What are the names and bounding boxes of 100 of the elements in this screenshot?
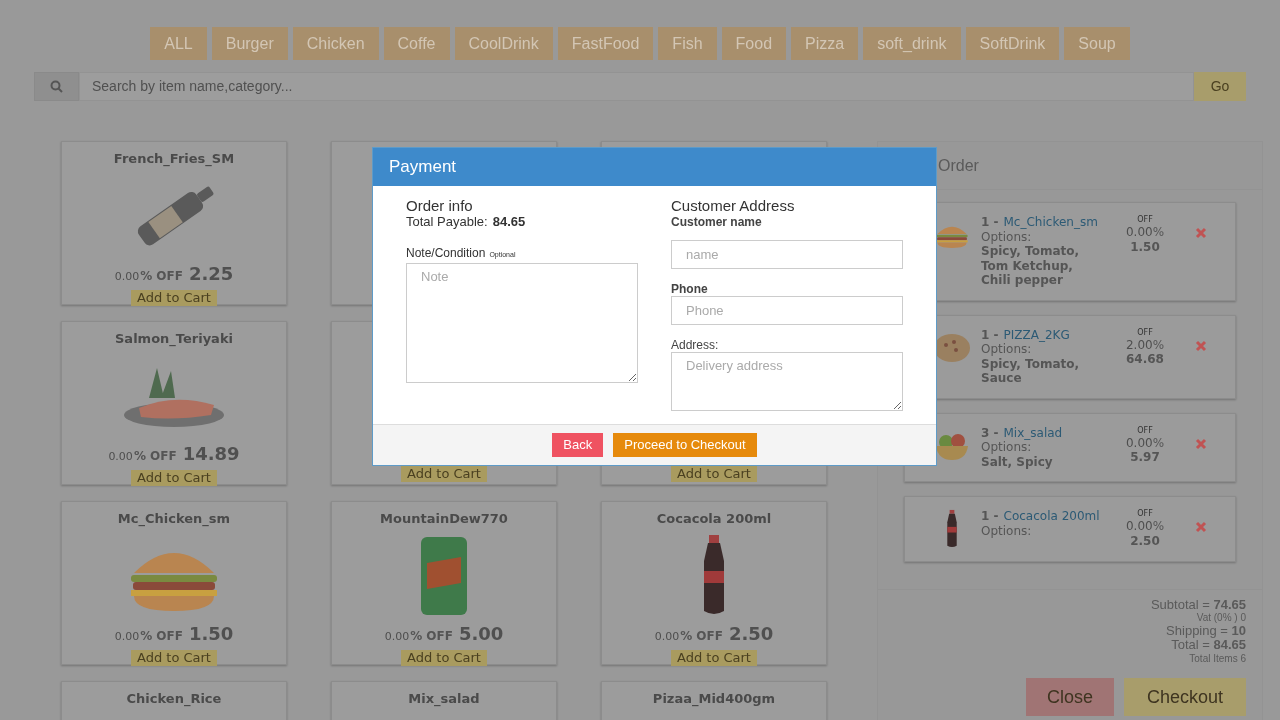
add-to-cart-button[interactable]: Add to Cart: [131, 469, 217, 486]
product-name: Mc_Chicken_sm: [117, 510, 231, 529]
item-price: 5.97: [1130, 450, 1160, 465]
remove-icon[interactable]: [1195, 227, 1207, 239]
product-name: Mix_salad: [408, 690, 480, 709]
category-button[interactable]: ALL: [150, 27, 207, 60]
discount-value: 0.00: [114, 268, 140, 285]
proceed-button[interactable]: Proceed to Checkout: [613, 433, 757, 457]
options-label: Options:: [981, 523, 1032, 538]
add-to-cart-button[interactable]: Add to Cart: [401, 466, 487, 482]
item-name-link[interactable]: Mix_salad: [1003, 425, 1063, 440]
off-label: OFF: [1137, 425, 1153, 436]
phone-field[interactable]: Phone: [671, 296, 903, 325]
percent-sign: %: [1152, 337, 1165, 352]
back-button[interactable]: Back: [552, 433, 604, 457]
total-text: Total = 84.65: [1171, 638, 1246, 652]
customer-name-label: Customer name: [671, 214, 763, 230]
discount-value: 0.00: [384, 628, 410, 645]
discount-value: 0.00: [1125, 519, 1153, 534]
product-name: Chicken_Rice: [126, 690, 222, 709]
remove-icon[interactable]: [1195, 437, 1207, 450]
product-price: 5.00: [458, 621, 504, 646]
category-button[interactable]: Soup: [1064, 27, 1130, 60]
product-price: 2.25: [188, 261, 234, 286]
category-button[interactable]: Fish: [658, 27, 717, 60]
category-button[interactable]: Burger: [211, 27, 288, 60]
checkout-button[interactable]: Checkout: [1124, 678, 1246, 716]
category-button[interactable]: Food: [721, 27, 787, 60]
discount-value: 2.00: [1125, 337, 1153, 352]
product-name: MountainDew770: [380, 510, 508, 528]
total-items-text: Total Items 6: [1189, 652, 1246, 666]
product-name: Cocacola 200ml: [656, 510, 772, 528]
add-to-cart-button[interactable]: Add to Cart: [671, 466, 757, 482]
cart-title: Order: [938, 155, 979, 176]
name-field[interactable]: name: [671, 240, 903, 269]
percent-sign: %: [1152, 519, 1165, 534]
options-text: Salt, Spicy: [981, 454, 1053, 469]
category-button[interactable]: Pizza: [791, 27, 859, 60]
discount-value: 0.00: [654, 628, 680, 645]
product-name: French_Fries_SM: [113, 150, 235, 169]
total-payable-value: 84.65: [492, 214, 526, 230]
product-name: Salmon_Teriyaki: [115, 330, 233, 349]
remove-icon[interactable]: [1195, 339, 1207, 352]
item-name-link[interactable]: Cocacola 200ml: [1003, 509, 1100, 524]
address-field[interactable]: Delivery address: [671, 352, 903, 411]
add-to-cart-button[interactable]: Add to Cart: [131, 649, 217, 666]
product-price: 1.50: [188, 621, 234, 646]
discount-label: % OFF: [680, 627, 723, 645]
options-label: Options:: [981, 229, 1032, 244]
item-name-link[interactable]: PIZZA_2KG: [1003, 327, 1070, 342]
options-label: Options:: [981, 342, 1032, 357]
item-name-link[interactable]: Mc_Chicken_sm: [1003, 215, 1098, 230]
discount-label: % OFF: [140, 627, 183, 645]
discount-label: % OFF: [133, 447, 177, 465]
item-quantity: 1 -: [981, 509, 999, 524]
subtotal-text: Subtotal = 74.65: [1150, 598, 1246, 612]
category-button[interactable]: FastFood: [557, 27, 654, 60]
percent-sign: %: [1152, 225, 1165, 240]
customer-address-heading: Customer Address: [671, 198, 796, 214]
options-text: Spicy, Tomato, Tom Ketchup, Chili pepper: [981, 244, 1081, 288]
off-label: OFF: [1137, 215, 1153, 225]
discount-value: 0.00: [1125, 435, 1153, 450]
phone-label: Phone: [671, 282, 709, 296]
discount-label: % OFF: [140, 267, 183, 285]
item-quantity: 1 -: [981, 215, 999, 230]
close-button[interactable]: Close: [1026, 678, 1114, 716]
item-quantity: 1 -: [981, 327, 999, 342]
options-label: Options:: [981, 440, 1032, 455]
add-to-cart-button[interactable]: Add to Cart: [401, 649, 487, 666]
options-text: Spicy, Tomato, Sauce: [981, 356, 1081, 386]
percent-sign: %: [1152, 435, 1165, 450]
product-name: Pizaa_Mid400gm: [652, 690, 776, 709]
discount-value: 0.00: [114, 628, 140, 645]
off-label: OFF: [1137, 509, 1153, 519]
item-price: 1.50: [1130, 239, 1160, 254]
note-field[interactable]: Note: [406, 263, 638, 383]
category-button[interactable]: Coffe: [383, 27, 450, 60]
remove-icon[interactable]: [1195, 521, 1207, 533]
category-button[interactable]: Chicken: [292, 27, 379, 60]
category-button[interactable]: SoftDrink: [965, 27, 1060, 60]
discount-value: 0.00: [108, 448, 133, 465]
go-button[interactable]: Go: [1194, 72, 1246, 101]
dialog-title: Payment: [389, 156, 457, 179]
search-field[interactable]: Search by item name,category...: [79, 72, 1194, 101]
off-label: OFF: [1137, 327, 1153, 338]
category-button[interactable]: soft_drink: [863, 27, 961, 60]
discount-value: 0.00: [1125, 225, 1153, 240]
add-to-cart-button[interactable]: Add to Cart: [671, 649, 757, 666]
item-price: 2.50: [1130, 533, 1160, 548]
discount-label: % OFF: [410, 627, 453, 645]
product-price: 2.50: [728, 621, 774, 646]
address-label: Address:: [671, 338, 720, 352]
shipping-text: Shipping = 10: [1166, 624, 1246, 638]
total-payable-label: Total Payable:: [406, 214, 488, 230]
product-price: 14.89: [182, 441, 240, 466]
order-info-heading: Order info: [406, 198, 474, 214]
add-to-cart-button[interactable]: Add to Cart: [131, 289, 217, 306]
item-quantity: 3 -: [981, 425, 999, 440]
note-label: Note/Condition: [406, 245, 486, 262]
category-button[interactable]: CoolDrink: [454, 27, 553, 60]
